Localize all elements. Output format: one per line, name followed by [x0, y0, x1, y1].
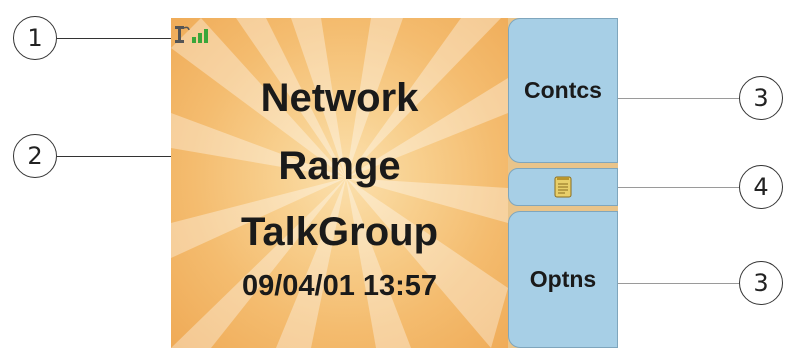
softkey-column: Contcs Optns	[508, 18, 618, 348]
callout-3-top-leader	[618, 98, 739, 99]
options-softkey[interactable]: Optns	[508, 211, 618, 348]
callout-4: 4	[739, 165, 783, 209]
callout-1: 1	[13, 16, 57, 60]
notepad-softkey[interactable]	[508, 168, 618, 206]
callout-2-leader	[57, 156, 171, 157]
home-screen: Network Range TalkGroup 09/04/01 13:57	[171, 18, 508, 348]
antenna-signal-icon	[175, 26, 208, 43]
callout-3-bottom-leader	[618, 283, 739, 284]
callout-4-leader	[618, 187, 739, 188]
radio-display: Network Range TalkGroup 09/04/01 13:57 C…	[171, 18, 618, 348]
datetime-label: 09/04/01 13:57	[241, 270, 438, 302]
contacts-softkey[interactable]: Contcs	[508, 18, 618, 163]
callout-3-bottom: 3	[739, 261, 783, 305]
contacts-softkey-label: Contcs	[524, 77, 602, 103]
notepad-icon	[554, 176, 572, 198]
network-label: Network	[260, 76, 419, 120]
callout-2: 2	[13, 134, 57, 178]
callout-1-leader	[57, 38, 171, 39]
callout-3-top: 3	[739, 76, 783, 120]
range-label: Range	[278, 144, 401, 188]
figure: 1 2 3 4 3 Network Range TalkGroup 09/04/…	[0, 0, 785, 348]
talkgroup-label: TalkGroup	[240, 210, 439, 254]
options-softkey-label: Optns	[529, 266, 597, 292]
